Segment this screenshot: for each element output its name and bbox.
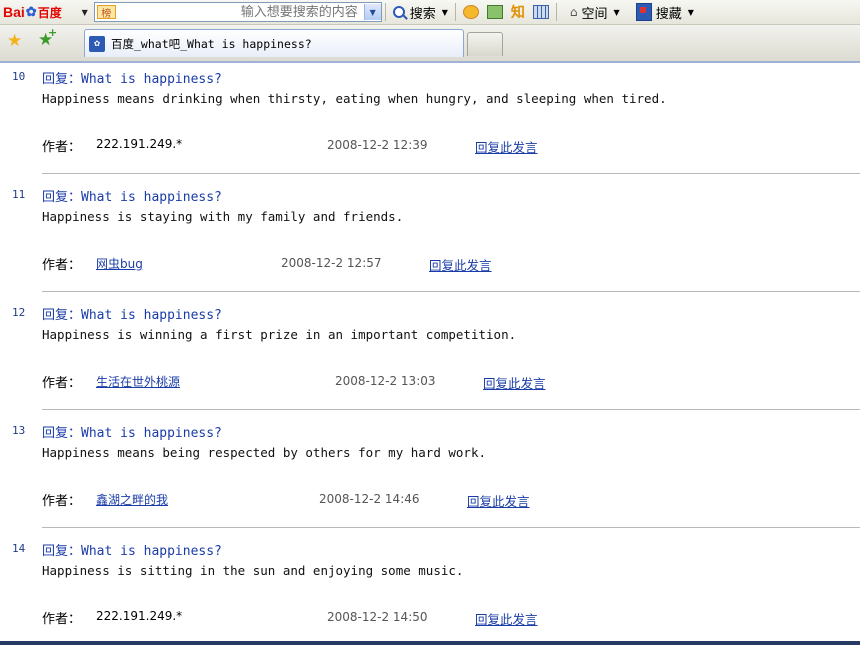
post-title: 回复：What is happiness? <box>42 308 222 323</box>
music-icon <box>462 5 479 19</box>
post-divider <box>42 409 860 410</box>
table-button[interactable] <box>529 1 553 23</box>
author-label: 作者： <box>42 140 82 155</box>
author-label: 作者： <box>42 494 82 509</box>
post-timestamp: 2008-12-2 14:50 <box>327 610 428 624</box>
logo-text-du: 百度 <box>37 5 62 20</box>
reply-link[interactable]: 回复此发言 <box>475 609 538 628</box>
thread-content: 10 回复：What is happiness? Happiness means… <box>0 63 860 641</box>
post-title: 回复：What is happiness? <box>42 190 222 205</box>
new-tab-button[interactable] <box>467 32 503 56</box>
toolbar-separator <box>454 3 456 21</box>
zhidao-icon: 知 <box>510 5 525 21</box>
tab-active[interactable]: ✿ 百度_what吧_What is happiness? <box>84 29 464 57</box>
favorites-button-label: 搜藏 <box>655 6 682 22</box>
post-timestamp: 2008-12-2 12:39 <box>327 138 428 152</box>
post-timestamp: 2008-12-2 12:57 <box>281 256 382 270</box>
post-body: Happiness is staying with my family and … <box>42 209 404 224</box>
post-body: Happiness is sitting in the sun and enjo… <box>42 563 464 578</box>
paw-favicon-icon: ✿ <box>89 35 105 52</box>
baidu-logo[interactable]: Bai ✿ 百度 <box>0 0 62 24</box>
post-item: 12 回复：What is happiness? Happiness is wi… <box>0 299 860 417</box>
post-number: 13 <box>12 424 26 437</box>
space-button-label: 空间 <box>581 6 608 22</box>
post-item: 10 回复：What is happiness? Happiness means… <box>0 63 860 181</box>
post-divider <box>42 173 860 174</box>
post-timestamp: 2008-12-2 13:03 <box>335 374 436 388</box>
favorites-dropdown-icon[interactable]: ▼ <box>688 8 694 17</box>
post-item: 11 回复：What is happiness? Happiness is st… <box>0 181 860 299</box>
bookmark-icon <box>635 3 652 21</box>
add-favorite-icon[interactable]: ★ <box>38 26 58 50</box>
toolbar-separator <box>384 3 386 21</box>
author-ip: 222.191.249.* <box>96 137 183 151</box>
image-icon <box>486 5 503 19</box>
post-title: 回复：What is happiness? <box>42 426 222 441</box>
status-bar-edge <box>0 641 860 645</box>
paw-icon: ✿ <box>25 4 37 19</box>
post-divider <box>42 527 860 528</box>
post-number: 14 <box>12 542 26 555</box>
author-label: 作者： <box>42 258 82 273</box>
post-title: 回复：What is happiness? <box>42 544 222 559</box>
tab-bar: ★ ★ ✿ 百度_what吧_What is happiness? <box>0 25 860 63</box>
music-button[interactable] <box>459 1 483 23</box>
post-timestamp: 2008-12-2 14:46 <box>319 492 420 506</box>
author-link[interactable]: 生活在世外桃源 <box>96 373 180 390</box>
favorites-star-icon[interactable]: ★ <box>7 31 22 51</box>
image-button[interactable] <box>483 1 507 23</box>
home-icon: ⌂ <box>569 5 578 19</box>
author-label: 作者： <box>42 376 82 391</box>
post-number: 10 <box>12 70 26 83</box>
reply-link[interactable]: 回复此发言 <box>483 373 546 392</box>
space-button[interactable]: ⌂ 空间 ▼ <box>566 1 624 23</box>
post-body: Happiness means being respected by other… <box>42 445 487 460</box>
toolbar-separator <box>555 3 557 21</box>
zhidao-button[interactable]: 知 <box>507 1 529 23</box>
tab-title: 百度_what吧_What is happiness? <box>111 36 312 51</box>
post-number: 11 <box>12 188 26 201</box>
author-label: 作者： <box>42 612 82 627</box>
baidu-toolbar: Bai ✿ 百度 ▼ 榜 ▼ 搜索 ▼ 知 ⌂ 空间 ▼ 搜藏 ▼ <box>0 0 860 25</box>
hot-list-icon[interactable]: 榜 <box>96 5 116 20</box>
reply-link[interactable]: 回复此发言 <box>475 137 538 156</box>
reply-link[interactable]: 回复此发言 <box>467 491 530 510</box>
search-button[interactable]: 搜索 ▼ <box>389 1 452 23</box>
post-number: 12 <box>12 306 26 319</box>
grid-icon <box>532 5 549 19</box>
author-link[interactable]: 鑫湖之畔的我 <box>96 491 168 508</box>
reply-link[interactable]: 回复此发言 <box>429 255 492 274</box>
post-body: Happiness means drinking when thirsty, e… <box>42 91 667 106</box>
author-link[interactable]: 网虫bug <box>96 255 143 272</box>
search-input[interactable] <box>115 3 364 21</box>
search-history-dropdown-icon[interactable]: ▼ <box>363 4 381 20</box>
favorites-button[interactable]: 搜藏 ▼ <box>632 1 698 23</box>
space-dropdown-icon[interactable]: ▼ <box>614 8 620 17</box>
magnifier-icon <box>392 6 405 18</box>
post-item: 14 回复：What is happiness? Happiness is si… <box>0 535 860 653</box>
post-body: Happiness is winning a first prize in an… <box>42 327 517 342</box>
post-divider <box>42 291 860 292</box>
search-button-label: 搜索 <box>409 6 436 22</box>
search-options-dropdown-icon[interactable]: ▼ <box>442 8 448 17</box>
logo-text-bai: Bai <box>3 4 25 20</box>
post-title: 回复：What is happiness? <box>42 72 222 87</box>
post-item: 13 回复：What is happiness? Happiness means… <box>0 417 860 535</box>
logo-dropdown-icon[interactable]: ▼ <box>78 8 92 17</box>
author-ip: 222.191.249.* <box>96 609 183 623</box>
search-box: 榜 ▼ <box>93 2 382 22</box>
